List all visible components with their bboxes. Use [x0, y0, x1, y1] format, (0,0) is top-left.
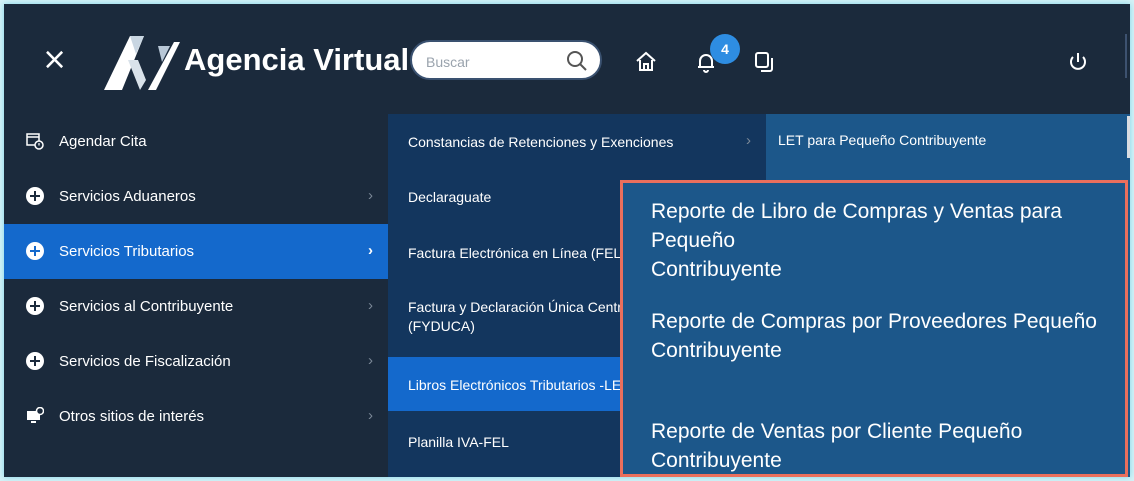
report-ventas-por-cliente[interactable]: Reporte de Ventas por Cliente Pequeño Co… — [651, 417, 1121, 474]
report-title-line2: Contribuyente — [651, 339, 782, 362]
submenu-item-label: Libros Electrónicos Tributarios -LET — [408, 377, 630, 393]
report-title-line2: Contribuyente — [651, 449, 782, 472]
search-input[interactable] — [424, 50, 558, 74]
notification-badge: 4 — [710, 34, 740, 64]
home-icon[interactable] — [634, 50, 658, 74]
menu-item-label: Servicios Tributarios — [59, 243, 195, 260]
power-icon[interactable] — [1066, 50, 1090, 74]
submenu-item-let-pequeno-contribuyente[interactable]: LET para Pequeño Contribuyente — [766, 114, 1130, 169]
submenu-item-label: Constancias de Retenciones y Exenciones — [408, 134, 674, 150]
menu-item-agendar-cita[interactable]: Agendar Cita — [4, 114, 388, 169]
report-title-line2: Contribuyente — [651, 258, 782, 281]
plus-circle-icon — [26, 297, 44, 315]
report-libro-compras-ventas[interactable]: Reporte de Libro de Compras y Ventas par… — [651, 197, 1121, 284]
submenu-item-constancias[interactable]: Constancias de Retenciones y Exenciones … — [388, 114, 766, 169]
agencia-virtual-logo — [104, 36, 180, 90]
menu-item-label: Servicios al Contribuyente — [59, 298, 234, 315]
calendar-clock-icon — [26, 133, 44, 150]
plus-circle-icon — [26, 352, 44, 370]
submenu-item-label: LET para Pequeño Contribuyente — [778, 132, 987, 148]
menu-item-servicios-tributarios[interactable]: Servicios Tributarios › — [4, 224, 388, 279]
submenu-item-label: Planilla IVA-FEL — [408, 434, 509, 450]
search-box[interactable] — [410, 40, 602, 80]
report-title-line1: Reporte de Ventas por Cliente Pequeño — [651, 420, 1023, 443]
report-title-line1: Reporte de Libro de Compras y Ventas par… — [651, 200, 1062, 252]
chevron-right-icon: › — [368, 242, 373, 259]
menu-item-label: Servicios de Fiscalización — [59, 353, 231, 370]
menu-item-servicios-de-fiscalizacion[interactable]: Servicios de Fiscalización › — [4, 334, 388, 389]
main-menu: Agendar Cita Servicios Aduaneros › Servi… — [4, 114, 388, 477]
top-bar: × Agencia Virtual 4 — [4, 4, 1130, 114]
menu-item-servicios-al-contribuyente[interactable]: Servicios al Contribuyente › — [4, 279, 388, 334]
menu-item-servicios-aduaneros[interactable]: Servicios Aduaneros › — [4, 169, 388, 224]
report-compras-por-proveedores[interactable]: Reporte de Compras por Proveedores Peque… — [651, 307, 1121, 365]
plus-circle-icon — [26, 242, 44, 260]
submenu-item-label-line1: Factura y Declaración Única Centro — [408, 299, 630, 315]
report-options-panel: Reporte de Libro de Compras y Ventas par… — [620, 180, 1128, 477]
menu-item-label: Servicios Aduaneros — [59, 188, 196, 205]
search-icon[interactable] — [566, 50, 588, 72]
plus-circle-icon — [26, 187, 44, 205]
menu-item-label: Otros sitios de interés — [59, 408, 205, 425]
close-menu-icon[interactable]: × — [42, 45, 67, 75]
documents-icon[interactable] — [752, 50, 776, 74]
monitor-gear-icon — [27, 407, 44, 423]
submenu-item-label: Declaraguate — [408, 189, 492, 205]
toolbar-divider — [1125, 34, 1127, 78]
scrollbar[interactable] — [1127, 116, 1130, 158]
submenu-item-label: Factura Electrónica en Línea (FEL) — [408, 245, 626, 261]
app-title: Agencia Virtual — [184, 42, 410, 77]
chevron-right-icon: › — [368, 187, 373, 204]
chevron-right-icon: › — [368, 297, 373, 314]
report-title-line1: Reporte de Compras por Proveedores Peque… — [651, 310, 1097, 333]
menu-item-otros-sitios[interactable]: Otros sitios de interés › — [4, 389, 388, 444]
submenu-item-label-line2: (FYDUCA) — [408, 318, 475, 334]
menu-item-label: Agendar Cita — [59, 133, 147, 150]
chevron-right-icon: › — [746, 132, 751, 149]
chevron-right-icon: › — [368, 352, 373, 369]
chevron-right-icon: › — [368, 407, 373, 424]
